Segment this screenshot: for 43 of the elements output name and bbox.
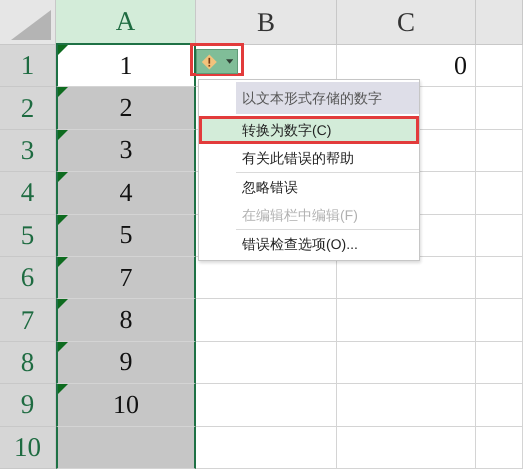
cell-value: 7 — [120, 262, 132, 293]
cell-value: 3 — [120, 135, 132, 166]
cell-value: 10 — [113, 390, 139, 420]
row-header[interactable]: 4 — [0, 172, 56, 215]
cell-value: 8 — [120, 305, 132, 336]
table-cell[interactable]: 7 — [56, 256, 196, 300]
table-cell[interactable]: 9 — [56, 342, 196, 384]
column-header[interactable]: A — [56, 0, 196, 45]
table-cell[interactable]: 8 — [56, 299, 196, 342]
table-cell[interactable]: 3 — [56, 130, 196, 172]
table-cell[interactable]: 4 — [56, 172, 196, 215]
cell-value: 9 — [120, 347, 132, 378]
cell-value: 5 — [120, 220, 132, 250]
menu-item[interactable]: 忽略错误 — [236, 173, 419, 201]
row-header[interactable]: 8 — [0, 342, 56, 384]
table-cell[interactable]: 5 — [56, 214, 196, 257]
table-cell[interactable] — [56, 426, 196, 469]
error-options-button[interactable] — [196, 49, 238, 74]
row-header[interactable]: 10 — [0, 426, 56, 469]
menu-item[interactable]: 有关此错误的帮助 — [236, 144, 419, 172]
row-header[interactable]: 7 — [0, 299, 56, 342]
warning-icon — [201, 52, 218, 70]
column-header[interactable]: B — [196, 0, 337, 45]
column-header[interactable] — [476, 0, 523, 45]
row-header[interactable]: 3 — [0, 130, 56, 172]
cell-value: 4 — [120, 178, 132, 208]
cell-value: 1 — [120, 50, 132, 81]
caret-icon — [226, 59, 233, 64]
menu-item[interactable]: 错误检查选项(O)... — [236, 230, 419, 258]
table-cell[interactable]: 2 — [56, 87, 196, 130]
row-header[interactable]: 6 — [0, 256, 56, 300]
cell-value: 0 — [454, 50, 467, 81]
row-header[interactable]: 9 — [0, 384, 56, 427]
menu-item[interactable]: 转换为数字(C) — [199, 116, 419, 144]
row-header[interactable]: 1 — [0, 45, 56, 88]
menu-item: 在编辑栏中编辑(F) — [241, 206, 359, 225]
table-cell[interactable]: 10 — [56, 384, 196, 427]
column-header[interactable]: C — [337, 0, 476, 45]
select-all-button[interactable] — [0, 0, 56, 45]
cell-value: 2 — [120, 93, 132, 124]
menu-heading: 以文本形式存储的数字 — [236, 82, 419, 114]
row-header[interactable]: 5 — [0, 214, 56, 257]
row-header[interactable]: 2 — [0, 87, 56, 130]
